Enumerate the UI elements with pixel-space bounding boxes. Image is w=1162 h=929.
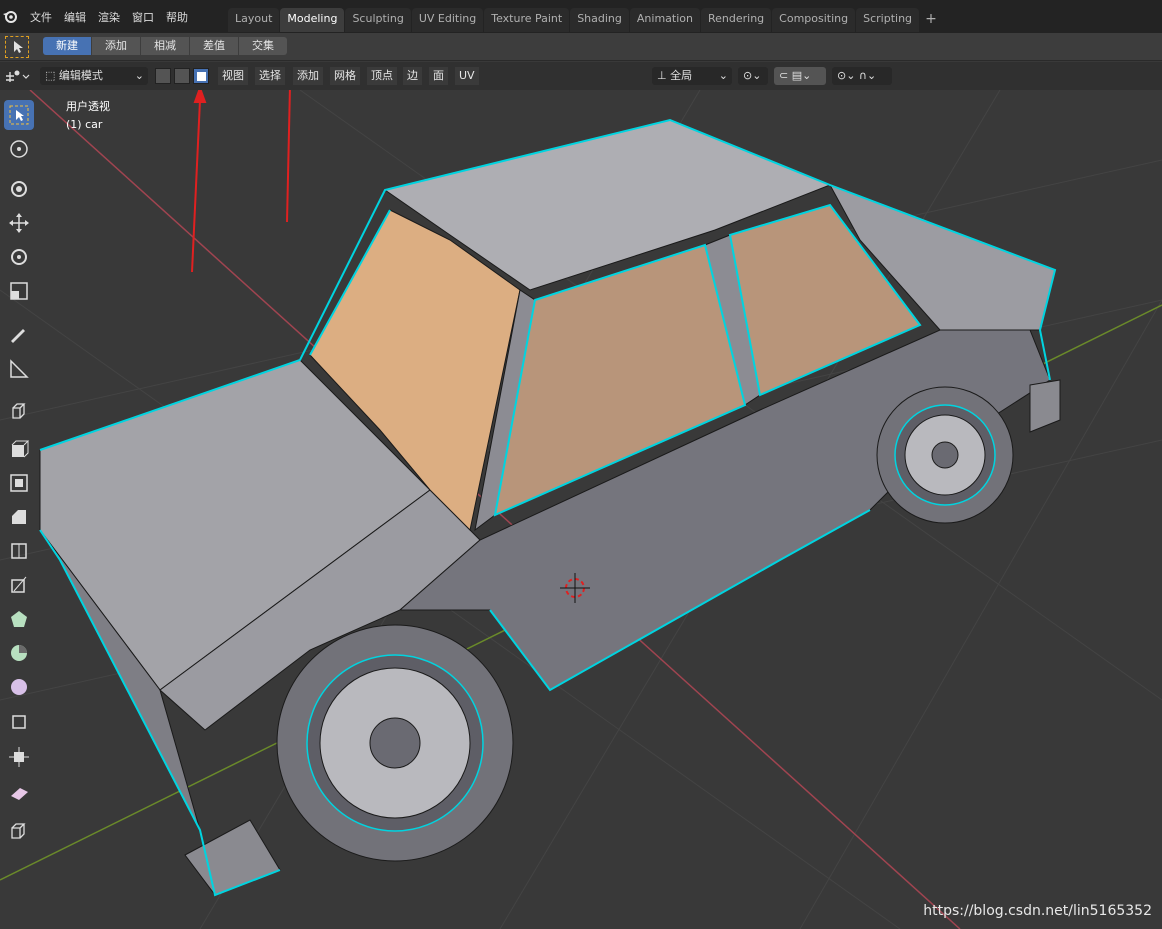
watermark: https://blog.csdn.net/lin5165352 xyxy=(923,903,1152,919)
move-tool-icon[interactable] xyxy=(4,174,34,204)
tab-layout[interactable]: Layout xyxy=(228,8,280,32)
poly-build-tool-icon[interactable] xyxy=(4,604,34,634)
menu-vertex[interactable]: 顶点 xyxy=(367,67,397,85)
select-box-tool-icon[interactable] xyxy=(5,36,29,58)
bevel-tool-icon[interactable] xyxy=(4,502,34,532)
rotate-tool-icon[interactable] xyxy=(4,242,34,272)
menu-view[interactable]: 视图 xyxy=(218,67,248,85)
pivot-point-icon[interactable]: ⊙⌄ xyxy=(738,67,768,85)
snap-icon[interactable]: ⊂ ▤⌄ xyxy=(774,67,826,85)
main-menu: 文件 编辑 渲染 窗口 帮助 xyxy=(24,0,194,33)
tool-settings-bar: 新建 添加 相减 差值 交集 xyxy=(0,33,1162,61)
menu-add[interactable]: 添加 xyxy=(293,67,323,85)
measure-tool-icon[interactable] xyxy=(4,354,34,384)
workspace-tabs: Layout Modeling Sculpting UV Editing Tex… xyxy=(228,8,942,32)
menu-face[interactable]: 面 xyxy=(429,67,448,85)
edge-select-icon[interactable] xyxy=(174,68,190,84)
tab-compositing[interactable]: Compositing xyxy=(772,8,856,32)
chevron-down-icon: ⌄ xyxy=(718,69,728,82)
orientation-axis-icon: ⊥ xyxy=(657,69,667,82)
blender-logo-icon[interactable] xyxy=(2,8,18,24)
add-cube-tool-icon[interactable] xyxy=(4,396,34,426)
add-workspace-icon[interactable]: + xyxy=(920,8,942,32)
mode-subtract-button[interactable]: 相减 xyxy=(141,37,189,55)
interaction-mode-label: 编辑模式 xyxy=(58,69,103,82)
menu-help[interactable]: 帮助 xyxy=(160,9,194,25)
loop-cut-tool-icon[interactable] xyxy=(4,536,34,566)
object-name-label: (1) car xyxy=(66,118,103,131)
rear-wheel[interactable] xyxy=(876,386,1014,524)
menu-uv[interactable]: UV xyxy=(455,67,479,85)
view-name-label: 用户透视 xyxy=(66,100,110,113)
annotate-tool-icon[interactable] xyxy=(4,320,34,350)
rip-region-tool-icon[interactable] xyxy=(4,816,34,846)
menu-window[interactable]: 窗口 xyxy=(126,9,160,25)
mode-difference-button[interactable]: 差值 xyxy=(190,37,238,55)
menu-edge[interactable]: 边 xyxy=(403,67,422,85)
menu-render[interactable]: 渲染 xyxy=(92,9,126,25)
proportional-edit-icon[interactable]: ⊙⌄ ∩⌄ xyxy=(832,67,892,85)
menu-select[interactable]: 选择 xyxy=(255,67,285,85)
tab-shading[interactable]: Shading xyxy=(570,8,629,32)
translate-tool-icon[interactable] xyxy=(4,208,34,238)
cursor-tool-icon[interactable] xyxy=(4,134,34,164)
menu-edit[interactable]: 编辑 xyxy=(58,9,92,25)
edit-mode-icon: ⬚ xyxy=(45,69,56,82)
knife-tool-icon[interactable] xyxy=(4,570,34,600)
3d-viewport[interactable]: 用户透视 (1) car xyxy=(0,90,1162,929)
spin-tool-icon[interactable] xyxy=(4,638,34,668)
mode-add-button[interactable]: 添加 xyxy=(92,37,140,55)
tab-sculpting[interactable]: Sculpting xyxy=(345,8,411,32)
transform-orientation-dropdown[interactable]: ⊥ 全局 ⌄ xyxy=(652,67,732,85)
tab-animation[interactable]: Animation xyxy=(629,8,700,32)
shrink-fatten-tool-icon[interactable] xyxy=(4,742,34,772)
menu-file[interactable]: 文件 xyxy=(24,9,58,25)
orientation-label: 全局 xyxy=(670,69,693,82)
vertex-select-icon[interactable] xyxy=(155,68,171,84)
viewport-header: ⬚ 编辑模式 ⌄ 视图 选择 添加 网格 顶点 边 面 UV ⊥ 全局 ⌄ ⊙⌄… xyxy=(0,62,1162,90)
shear-tool-icon[interactable] xyxy=(4,778,34,808)
chevron-down-icon: ⌄ xyxy=(134,69,144,82)
tab-rendering[interactable]: Rendering xyxy=(700,8,772,32)
mode-intersect-button[interactable]: 交集 xyxy=(239,37,287,55)
smooth-tool-icon[interactable] xyxy=(4,672,34,702)
select-box-tool-icon[interactable] xyxy=(4,100,34,130)
tab-scripting[interactable]: Scripting xyxy=(856,8,920,32)
scale-tool-icon[interactable] xyxy=(4,276,34,306)
tab-uv-editing[interactable]: UV Editing xyxy=(411,8,484,32)
face-select-icon[interactable] xyxy=(193,68,209,84)
front-wheel[interactable] xyxy=(276,624,514,862)
tab-modeling[interactable]: Modeling xyxy=(280,8,345,32)
extrude-tool-icon[interactable] xyxy=(4,434,34,464)
top-menu-bar: 文件 编辑 渲染 窗口 帮助 Layout Modeling Sculpting… xyxy=(0,0,1162,33)
editor-type-icon[interactable] xyxy=(4,68,30,84)
inset-tool-icon[interactable] xyxy=(4,468,34,498)
menu-mesh[interactable]: 网格 xyxy=(330,67,360,85)
edge-slide-tool-icon[interactable] xyxy=(4,706,34,736)
mode-new-button[interactable]: 新建 xyxy=(43,37,91,55)
tab-texture-paint[interactable]: Texture Paint xyxy=(484,8,570,32)
scene-canvas[interactable] xyxy=(0,90,1162,929)
selection-mode-group: 新建 添加 相减 差值 交集 xyxy=(43,37,288,55)
interaction-mode-dropdown[interactable]: ⬚ 编辑模式 ⌄ xyxy=(40,67,148,85)
